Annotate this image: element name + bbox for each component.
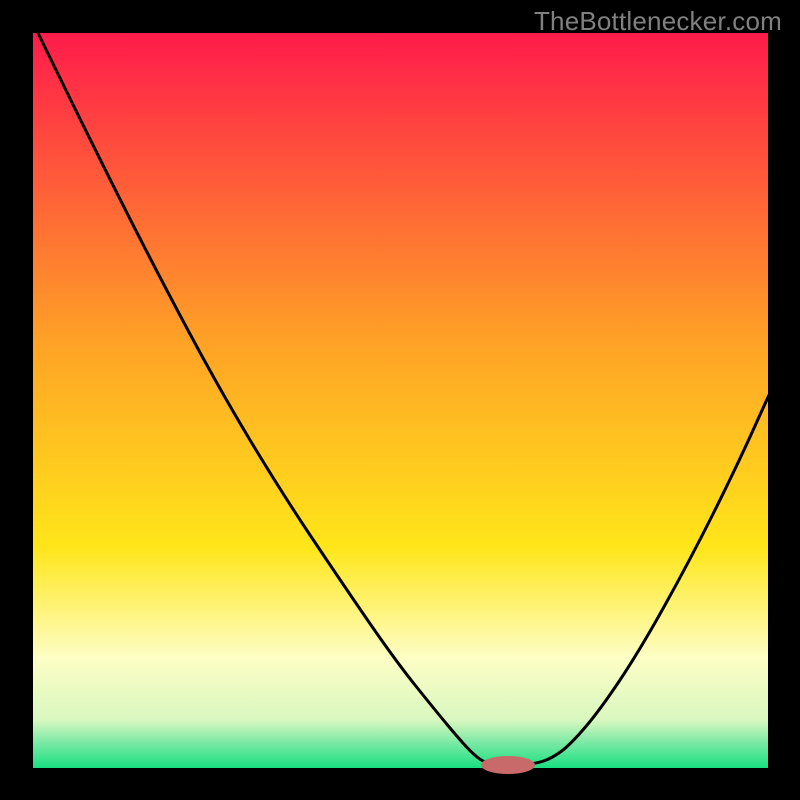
chart-frame: TheBottlenecker.com	[0, 0, 800, 800]
bottleneck-chart	[0, 0, 800, 800]
optimum-marker	[481, 756, 535, 774]
watermark-text: TheBottlenecker.com	[534, 6, 782, 37]
gradient-background	[33, 33, 768, 768]
